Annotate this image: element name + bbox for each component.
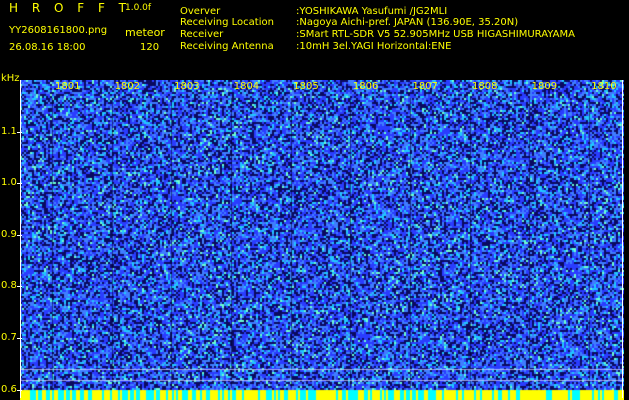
x-tick-label: 1809 <box>531 81 558 92</box>
app-title: H R O F F T <box>9 1 132 15</box>
y-tick-mark <box>17 183 22 185</box>
location-key: Receiving Location <box>180 17 274 28</box>
x-tick-label: 1805 <box>293 81 319 92</box>
y-tick-label: 0.7 <box>1 332 17 344</box>
y-tick-label: 1.0 <box>1 177 17 189</box>
x-tick-label: 1807 <box>412 81 438 92</box>
y-tick-mark <box>17 234 22 236</box>
x-tick-label: 1804 <box>233 81 260 92</box>
y-tick-label: 0.9 <box>1 228 17 240</box>
receiver-value: :SMart RTL-SDR V5 52.905MHz USB HIGASHIM… <box>296 29 575 40</box>
x-tick-label: 1801 <box>55 81 81 92</box>
mode-label: meteor <box>125 26 165 39</box>
antenna-key: Receiving Antenna <box>180 41 274 52</box>
mode-value: 120 <box>140 42 160 53</box>
y-tick-label: 0.6 <box>1 383 17 395</box>
y-axis-unit: kHz <box>1 73 20 84</box>
y-tick-label: 0.8 <box>1 280 17 292</box>
y-tick-mark <box>17 338 22 340</box>
app-version: 1.0.0f <box>125 3 152 13</box>
x-tick-label: 1810 <box>591 81 617 92</box>
antenna-value: :10mH 3el.YAGI Horizontal:ENE <box>296 41 452 52</box>
x-tick-label: 1802 <box>114 81 141 92</box>
receiver-key: Receiver <box>180 29 224 40</box>
x-tick-label: 1803 <box>174 81 200 92</box>
x-tick-label: 1808 <box>472 81 498 92</box>
spectrogram-canvas <box>20 80 624 400</box>
location-value: :Nagoya Aichi-pref. JAPAN (136.90E, 35.2… <box>296 17 519 28</box>
x-tick-label: 1806 <box>352 81 379 92</box>
y-tick-mark <box>17 131 22 133</box>
y-tick-label: 1.1 <box>1 125 17 137</box>
image-filename: YY2608161800.png <box>9 25 108 36</box>
observation-datetime: 26.08.16 18:00 <box>9 42 86 53</box>
y-tick-mark <box>17 389 22 391</box>
y-tick-mark <box>17 286 22 288</box>
